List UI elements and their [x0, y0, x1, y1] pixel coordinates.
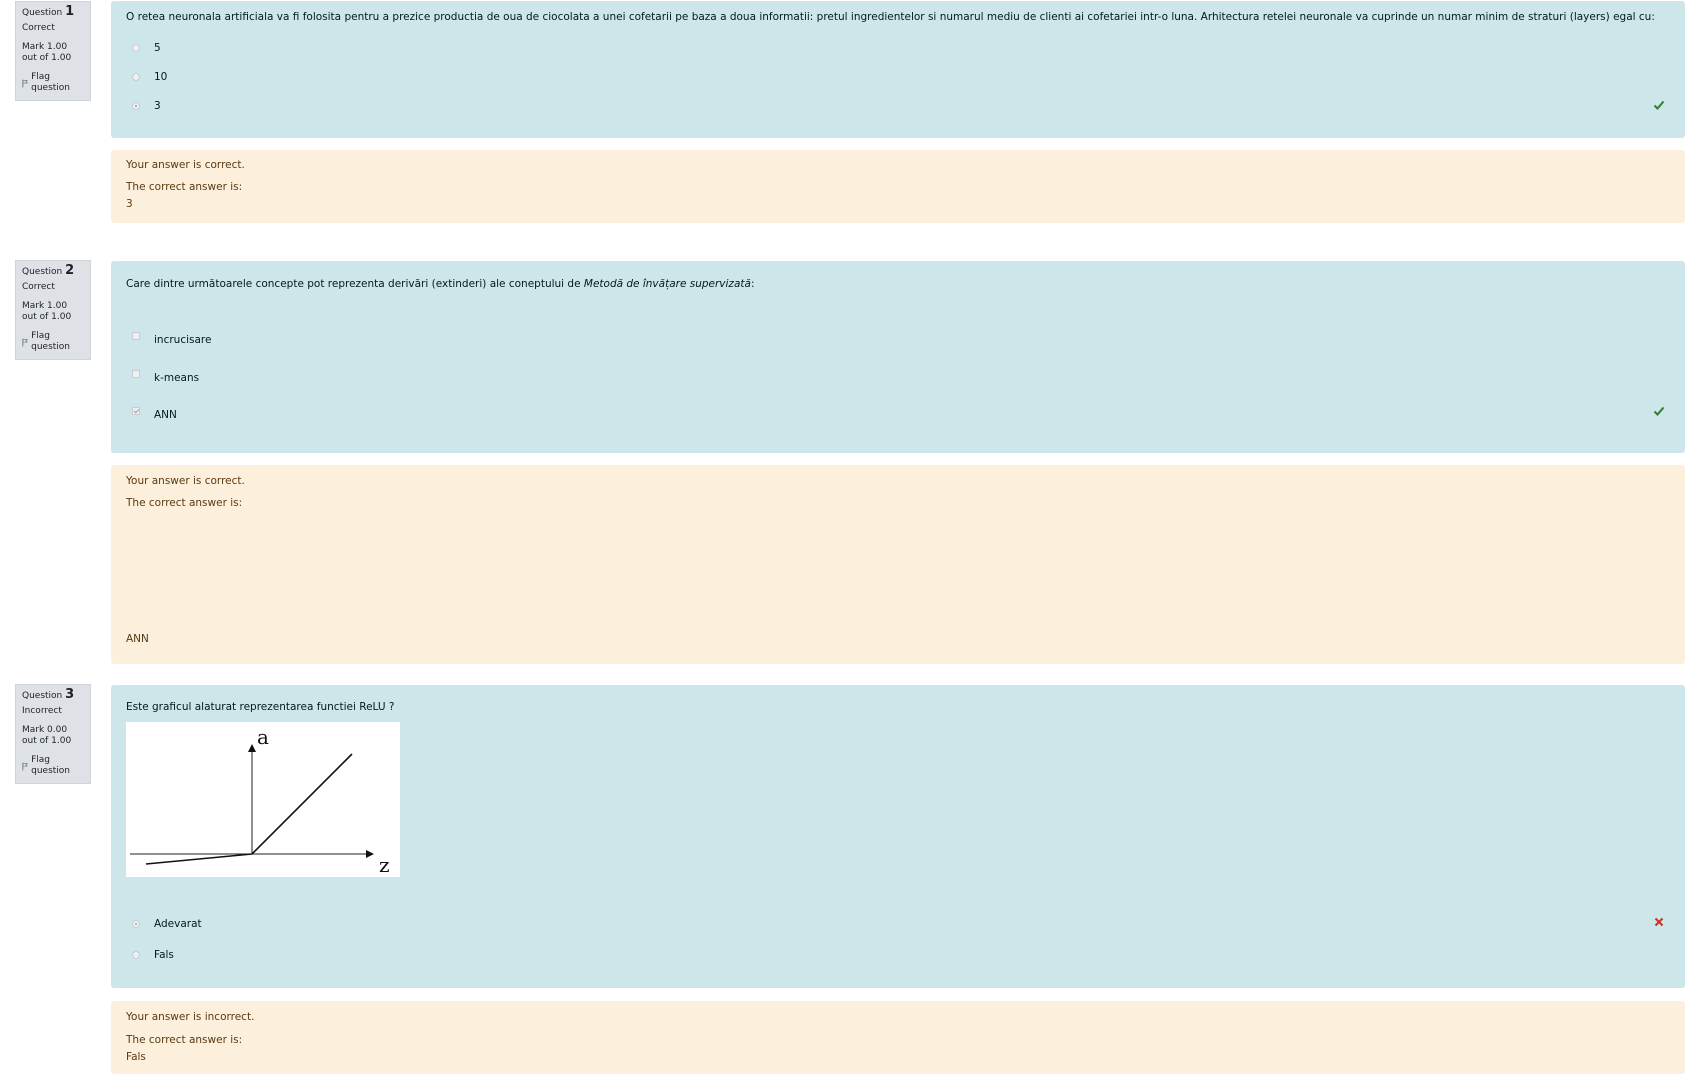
question-grade: Mark 0.00 out of 1.00 [22, 725, 72, 746]
correct-answer: Fals [126, 1051, 146, 1063]
check-icon [1653, 406, 1665, 416]
feedback-status: Your answer is correct. [126, 159, 245, 171]
left-branch [145, 853, 253, 865]
emphasized-term: Metodă de învățare supervizată [583, 278, 751, 290]
radio-button[interactable] [132, 73, 140, 81]
answer-option[interactable]: ANN [132, 407, 177, 421]
question-formulation-3: Este graficul alaturat reprezentarea fun… [111, 685, 1685, 988]
question-state: Correct [22, 282, 55, 292]
answer-label: k-means [154, 372, 200, 384]
answer-option[interactable]: 10 [132, 71, 167, 83]
feedback-status: Your answer is incorrect. [126, 1011, 255, 1023]
question-number: Question 1 [22, 4, 75, 19]
question-formulation-2: Care dintre următoarele concepte pot rep… [111, 261, 1685, 453]
question-state: Correct [22, 23, 55, 33]
correct-answer-label: The correct answer is: [126, 1034, 243, 1046]
question-grade: Mark 1.00 out of 1.00 [22, 301, 72, 322]
question-state: Incorrect [22, 706, 62, 716]
cross-icon [1654, 917, 1664, 927]
y-axis-label: a [257, 725, 269, 749]
flag-question-button[interactable]: Flag question [22, 331, 84, 353]
answer-option[interactable]: k-means [132, 370, 200, 384]
answer-option[interactable]: incrucisare [132, 332, 212, 346]
radio-button[interactable] [132, 951, 140, 959]
answer-label: ANN [154, 409, 177, 421]
flag-label: Flag question [31, 331, 70, 352]
relu-graph-image: a z [126, 722, 400, 877]
answer-option[interactable]: Fals [132, 949, 174, 961]
answer-label: Adevarat [154, 918, 202, 930]
flag-label: Flag question [31, 72, 70, 93]
question-number: Question 3 [22, 687, 75, 702]
checkbox[interactable] [132, 332, 140, 340]
radio-button[interactable] [132, 102, 140, 110]
radio-button[interactable] [132, 920, 140, 928]
answer-label: 10 [154, 71, 168, 83]
question-info-1: Question 1 Correct Mark 1.00 out of 1.00… [15, 1, 91, 101]
flag-icon [22, 762, 29, 770]
check-icon [1653, 100, 1665, 110]
correct-answer: 3 [126, 198, 133, 210]
answer-option[interactable]: 3 [132, 100, 161, 112]
answer-label: 5 [154, 42, 161, 54]
answer-option[interactable]: 5 [132, 42, 161, 54]
relu-graph: a z [130, 725, 390, 877]
answer-label: Fals [154, 949, 174, 961]
radio-button[interactable] [132, 44, 140, 52]
question-text: Care dintre următoarele concepte pot rep… [126, 278, 755, 290]
feedback-3: Your answer is incorrect. The correct an… [111, 1001, 1685, 1074]
answer-option[interactable]: Adevarat [132, 918, 202, 930]
flag-label: Flag question [31, 755, 70, 776]
question-info-2: Question 2 Correct Mark 1.00 out of 1.00… [15, 260, 91, 360]
question-text: O retea neuronala artificiala va fi folo… [126, 11, 1655, 23]
feedback-status: Your answer is correct. [126, 475, 245, 487]
correct-answer-label: The correct answer is: [126, 181, 243, 193]
question-formulation-1: O retea neuronala artificiala va fi folo… [111, 1, 1685, 138]
x-axis-label: z [379, 853, 390, 877]
flag-question-button[interactable]: Flag question [22, 755, 84, 777]
checkbox[interactable] [132, 407, 140, 415]
right-branch [251, 753, 353, 855]
question-grade: Mark 1.00 out of 1.00 [22, 42, 72, 63]
question-number: Question 2 [22, 263, 75, 278]
correct-answer-label: The correct answer is: [126, 497, 243, 509]
correct-answer: ANN [126, 633, 149, 645]
flag-question-button[interactable]: Flag question [22, 72, 84, 94]
answer-label: 3 [154, 100, 161, 112]
answer-label: incrucisare [154, 334, 212, 346]
feedback-2: Your answer is correct. The correct answ… [111, 465, 1685, 664]
flag-icon [22, 79, 29, 87]
question-text: Este graficul alaturat reprezentarea fun… [126, 701, 395, 713]
flag-icon [22, 338, 29, 346]
checkbox[interactable] [132, 370, 140, 378]
feedback-1: Your answer is correct. The correct answ… [111, 150, 1685, 223]
question-info-3: Question 3 Incorrect Mark 0.00 out of 1.… [15, 684, 91, 784]
